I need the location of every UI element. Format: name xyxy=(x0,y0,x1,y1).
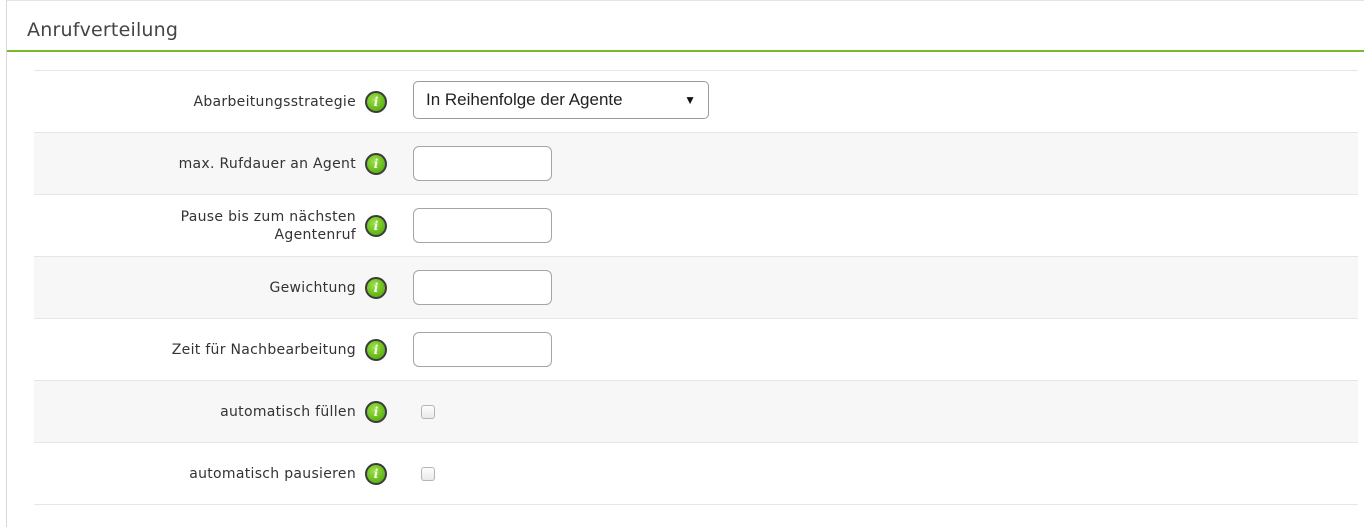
info-glyph: i xyxy=(373,466,379,481)
info-icon[interactable]: i xyxy=(365,400,387,423)
autopause-label: automatisch pausieren xyxy=(189,465,356,482)
autofill-checkbox[interactable] xyxy=(421,404,435,419)
max-ring-label: max. Rufdauer an Agent xyxy=(178,155,356,172)
info-icon[interactable]: i xyxy=(365,90,387,113)
info-glyph: i xyxy=(373,280,379,295)
row-autofill: automatisch füllen i xyxy=(34,381,1358,443)
strategy-label: Abarbeitungsstrategie xyxy=(193,93,356,110)
settings-form: Abarbeitungsstrategie i In Reihenfolge d… xyxy=(34,70,1358,505)
pause-label-line2: Agentenruf xyxy=(274,226,356,243)
row-max-ring: max. Rufdauer an Agent i xyxy=(34,133,1358,195)
row-weight: Gewichtung i xyxy=(34,257,1358,319)
wrapup-input[interactable] xyxy=(413,331,552,367)
strategy-selected-value: In Reihenfolge der Agente xyxy=(426,89,623,109)
strategy-select[interactable]: In Reihenfolge der Agente ▼ xyxy=(413,80,709,119)
info-icon[interactable]: i xyxy=(365,214,387,237)
autopause-checkbox[interactable] xyxy=(421,466,435,481)
info-icon[interactable]: i xyxy=(365,462,387,485)
row-autopause: automatisch pausieren i xyxy=(34,443,1358,505)
weight-input[interactable] xyxy=(413,269,552,305)
wrapup-label: Zeit für Nachbearbeitung xyxy=(171,341,356,358)
panel-title: Anrufverteilung xyxy=(27,18,179,41)
panel-header: Anrufverteilung xyxy=(7,1,1364,52)
info-glyph: i xyxy=(373,94,379,109)
info-glyph: i xyxy=(373,156,379,171)
weight-label: Gewichtung xyxy=(269,279,356,296)
pause-label: Pause bis zum nächsten Agentenruf xyxy=(34,208,356,244)
pause-input[interactable] xyxy=(413,207,552,243)
row-strategy: Abarbeitungsstrategie i In Reihenfolge d… xyxy=(34,71,1358,133)
dropdown-arrow-icon: ▼ xyxy=(684,92,696,107)
row-pause: Pause bis zum nächsten Agentenruf i xyxy=(34,195,1358,257)
info-glyph: i xyxy=(373,404,379,419)
info-icon[interactable]: i xyxy=(365,276,387,299)
info-glyph: i xyxy=(373,342,379,357)
info-icon[interactable]: i xyxy=(365,152,387,175)
max-ring-input[interactable] xyxy=(413,145,552,181)
pause-label-line1: Pause bis zum nächsten xyxy=(180,208,356,225)
info-glyph: i xyxy=(373,218,379,233)
autofill-label: automatisch füllen xyxy=(220,403,356,420)
info-icon[interactable]: i xyxy=(365,338,387,361)
row-wrapup: Zeit für Nachbearbeitung i xyxy=(34,319,1358,381)
